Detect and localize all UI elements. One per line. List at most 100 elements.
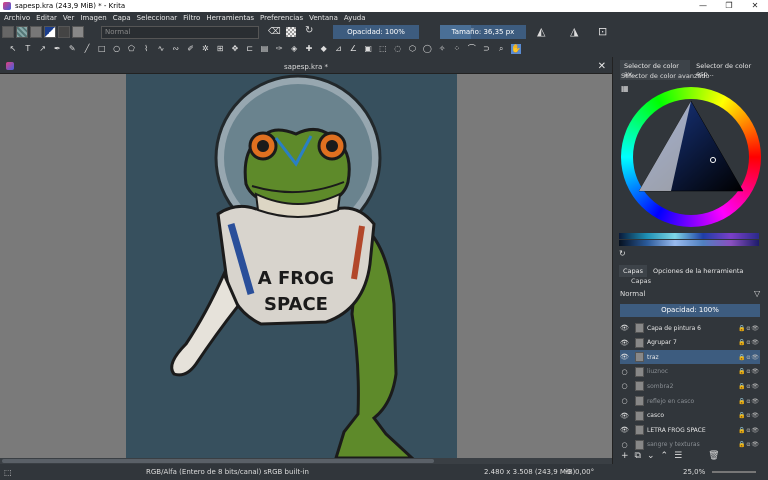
freehand-path-icon[interactable]: ∾ [171,44,181,54]
similar-select-icon[interactable]: ⁘ [452,44,462,54]
rect-select-icon[interactable]: ⬚ [378,44,388,54]
layer-row[interactable]: ○ liuznoc 🔒α👁 [620,365,760,379]
select-tool-icon[interactable]: ↖ [8,44,18,54]
layer-row[interactable]: 👁 Capa de pintura 6 🔒α👁 [620,321,760,335]
add-layer-icon[interactable]: + [621,451,629,461]
tab-layers[interactable]: Capas [619,265,648,277]
polygon-tool-icon[interactable]: ⬠ [126,44,136,54]
artwork-canvas[interactable]: A FROG SPACE [126,74,457,458]
zoom-value[interactable]: 25,0% [683,468,705,476]
smart-patch-icon[interactable]: ✚ [304,44,314,54]
ellipse-tool-icon[interactable]: ○ [112,44,122,54]
menu-preferencias[interactable]: Preferencias [260,14,303,22]
layer-row[interactable]: 👁 traz 🔒α👁 [620,350,760,365]
visibility-eye-icon[interactable]: 👁 [620,353,629,361]
zoom-slider[interactable] [712,471,756,473]
menu-filtro[interactable]: Filtro [183,14,200,22]
colorize-mask-icon[interactable]: ◈ [289,44,299,54]
layer-lock-alpha-icons[interactable]: 🔒α👁 [738,325,760,332]
layer-lock-alpha-icons[interactable]: 🔒α👁 [738,354,760,361]
layer-row[interactable]: ○ sombra2 🔒α👁 [620,379,760,393]
brush-tool-icon[interactable]: ✎ [67,44,77,54]
fill-tool-icon[interactable]: ◆ [319,44,329,54]
move-up-icon[interactable]: ⌃ [661,451,669,461]
bezier-select-icon[interactable]: ⌒ [467,44,477,54]
contiguous-select-icon[interactable]: ✧ [437,44,447,54]
duplicate-layer-icon[interactable]: ⧉ [635,451,641,461]
wrap-around-icon[interactable]: ⊡ [598,25,607,38]
rectangle-tool-icon[interactable]: □ [97,44,107,54]
layer-lock-alpha-icons[interactable]: 🔒α👁 [738,339,760,346]
color-shade-bar[interactable] [619,240,759,246]
color-wheel[interactable] [621,87,761,227]
menu-imagen[interactable]: Imagen [80,14,106,22]
filter-icon[interactable]: ▽ [754,289,760,298]
color-history-bar[interactable] [619,233,759,239]
fill-pattern-icon[interactable] [16,26,28,38]
menu-ayuda[interactable]: Ayuda [344,14,366,22]
brush-settings-icon[interactable] [58,26,70,38]
layer-lock-alpha-icons[interactable]: 🔒α👁 [738,368,760,375]
layer-lock-alpha-icons[interactable]: 🔒α👁 [738,427,760,434]
document-tab-title[interactable]: sapesp.kra * [0,63,612,71]
selection-icon[interactable]: ⬚ [4,468,12,477]
gradient-icon[interactable] [30,26,42,38]
crop-tool-icon[interactable]: ⊏ [245,44,255,54]
visibility-eye-icon[interactable]: 👁 [620,412,629,420]
move-down-icon[interactable]: ⌄ [647,451,655,461]
maximize-button[interactable]: ❐ [716,0,742,12]
move-tool-icon[interactable]: ✥ [230,44,240,54]
blend-mode-select[interactable]: Normal [101,26,259,39]
layer-row[interactable]: 👁 Agrupar 7 🔒α👁 [620,336,760,350]
refresh-colors-icon[interactable]: ↻ [619,249,626,258]
polygon-select-icon[interactable]: ⬡ [408,44,418,54]
layer-lock-alpha-icons[interactable]: 🔒α👁 [738,441,760,448]
calligraphy-icon[interactable]: ✒ [52,44,62,54]
menu-seleccionar[interactable]: Seleccionar [137,14,178,22]
delete-layer-icon[interactable]: 🗑 [708,451,719,461]
pan-tool-icon[interactable]: ✋ [511,44,522,54]
layer-lock-alpha-icons[interactable]: 🔒α👁 [738,398,760,405]
eraser-icon[interactable]: ⌫ [268,27,281,37]
tab-tool-options[interactable]: Opciones de la herramienta [649,265,747,277]
visibility-eye-icon[interactable]: ○ [620,382,629,390]
brush-preset-icon[interactable] [72,26,84,38]
visibility-eye-icon[interactable]: 👁 [620,339,629,347]
dynamic-brush-icon[interactable]: ✐ [186,44,196,54]
menu-ver[interactable]: Ver [63,14,74,22]
visibility-eye-icon[interactable]: ○ [620,441,629,449]
visibility-eye-icon[interactable]: 👁 [620,426,629,434]
fg-bg-color-icon[interactable] [44,26,56,38]
assistant-tool-icon[interactable]: ⊿ [334,44,344,54]
reload-preset-icon[interactable]: ↻ [305,25,313,36]
ellipse-select-icon[interactable]: ◌ [393,44,403,54]
close-document-button[interactable]: ✕ [598,61,606,72]
freehand-select-icon[interactable]: ◯ [422,44,432,54]
opacity-slider[interactable]: Opacidad: 100% [333,25,419,39]
multibrush-icon[interactable]: ✲ [200,44,210,54]
visibility-eye-icon[interactable]: ○ [620,397,629,405]
layer-row[interactable]: ○ reflejo en casco 🔒α👁 [620,394,760,408]
layer-lock-alpha-icons[interactable]: 🔒α👁 [738,412,760,419]
layer-lock-alpha-icons[interactable]: 🔒α👁 [738,383,760,390]
line-tool-icon[interactable]: ╱ [82,44,92,54]
rotation-value[interactable]: 0,00° [575,468,594,476]
canvas-area[interactable]: A FROG SPACE [0,74,612,458]
layer-blend-select[interactable]: Normal [620,288,750,300]
menu-archivo[interactable]: Archivo [4,14,30,22]
menu-herramientas[interactable]: Herramientas [206,14,254,22]
layer-properties-icon[interactable]: ☰ [674,451,682,461]
reference-images-icon[interactable]: ▣ [363,44,373,54]
alpha-lock-icon[interactable] [286,27,296,37]
mirror-horizontal-icon[interactable]: ◭ [537,25,545,38]
size-slider[interactable]: Tamaño: 36,35 px [440,25,526,39]
close-window-button[interactable]: ✕ [742,0,768,12]
menu-ventana[interactable]: Ventana [309,14,338,22]
menu-editar[interactable]: Editar [36,14,57,22]
color-picker-icon[interactable]: ✑ [274,44,284,54]
layer-opacity-slider[interactable]: Opacidad: 100% [620,304,760,317]
layer-row[interactable]: 👁 LETRA FROG SPACE 🔒α👁 [620,423,760,437]
text-tool-icon[interactable]: T [23,44,33,54]
polyline-tool-icon[interactable]: ⌇ [141,44,151,54]
new-document-icon[interactable] [2,26,14,38]
